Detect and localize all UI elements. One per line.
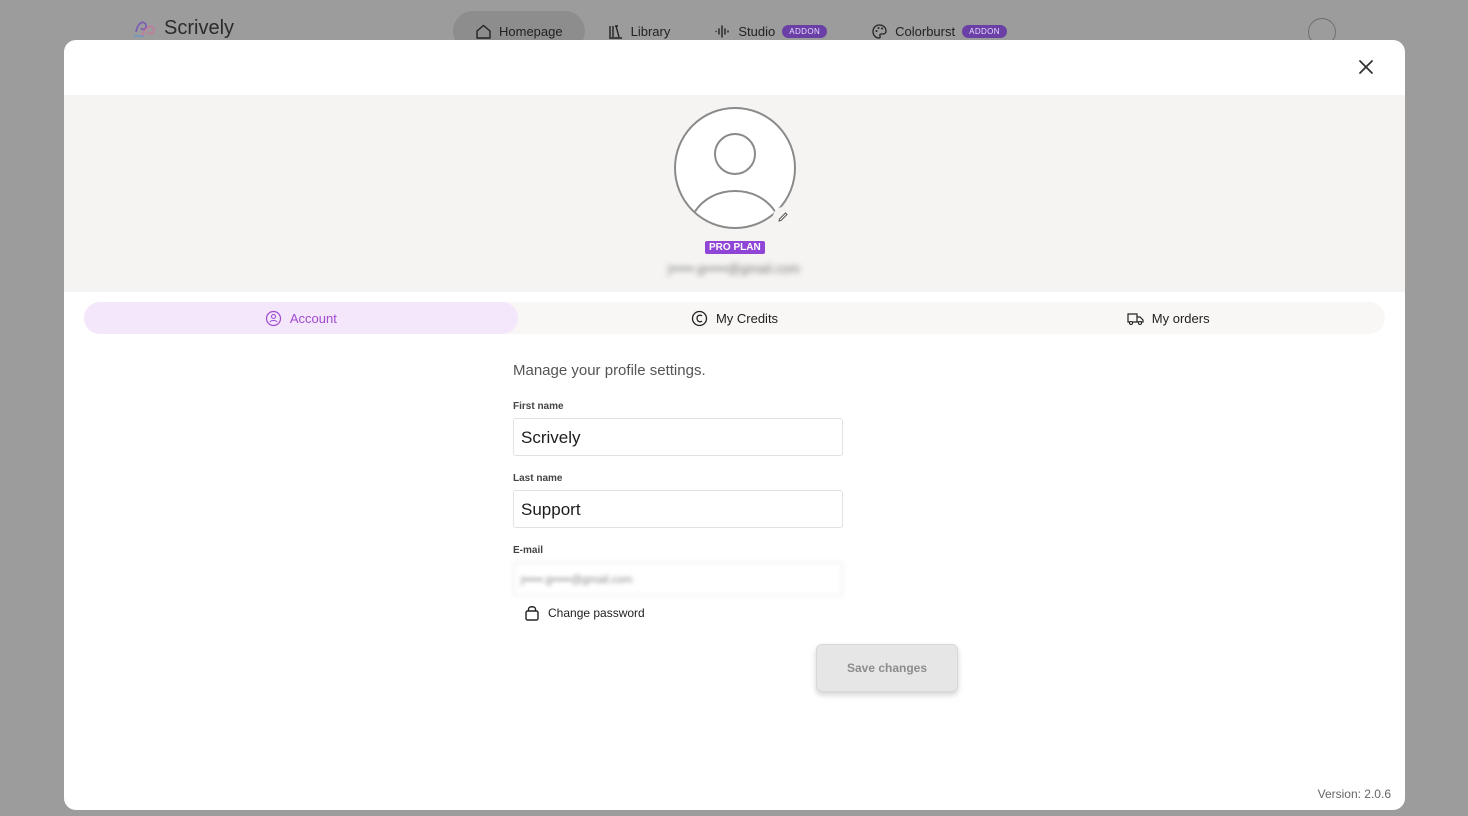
email-field[interactable]: j•••••.g•••••@gmail.com xyxy=(513,562,843,596)
palette-icon xyxy=(872,23,887,39)
account-icon xyxy=(265,310,281,326)
colorburst-addon-badge: ADDON xyxy=(962,24,1007,38)
tab-account-label: Account xyxy=(289,310,337,326)
tab-my-credits[interactable]: My Credits xyxy=(518,302,952,334)
plan-badge: PRO PLAN xyxy=(705,241,765,254)
nav-library-label: Library xyxy=(630,23,671,39)
nav-colorburst-label: Colorburst xyxy=(895,23,956,39)
profile-tabs: Account My Credits My orders xyxy=(84,302,1385,334)
profile-modal: PRO PLAN j•••••.g•••••@gmail.com Account… xyxy=(64,40,1405,810)
change-password-label: Change password xyxy=(548,605,645,620)
profile-email: j•••••.g•••••@gmail.com xyxy=(668,261,800,276)
app-logo[interactable]: Scrively xyxy=(132,16,234,40)
studio-addon-badge: ADDON xyxy=(782,24,828,38)
first-name-label: First name xyxy=(513,401,564,412)
close-icon[interactable] xyxy=(1355,56,1377,78)
change-password-link[interactable]: Change password xyxy=(524,604,845,621)
nav-studio-label: Studio xyxy=(738,23,776,39)
home-icon xyxy=(476,24,491,39)
save-changes-button[interactable]: Save changes xyxy=(816,644,958,692)
audio-wave-icon xyxy=(715,24,730,38)
tab-my-orders-label: My orders xyxy=(1151,310,1210,326)
scrively-logo-icon xyxy=(133,21,155,38)
tab-account[interactable]: Account xyxy=(84,302,518,334)
lock-icon xyxy=(525,606,539,621)
profile-header: PRO PLAN j•••••.g•••••@gmail.com xyxy=(64,95,1405,292)
app-header: Scrively Homepage Library Studio ADDON C… xyxy=(0,0,1468,51)
version-label: Version: 2.0.6 xyxy=(1317,787,1391,801)
email-label: E-mail xyxy=(513,545,544,556)
truck-icon xyxy=(1127,312,1144,325)
pencil-icon xyxy=(778,212,788,222)
account-form: Manage your profile settings. First name… xyxy=(513,362,845,621)
tab-my-orders[interactable]: My orders xyxy=(951,302,1385,334)
logo-text: Scrively xyxy=(164,16,235,39)
library-icon xyxy=(608,24,622,39)
nav-homepage-label: Homepage xyxy=(499,23,563,39)
edit-avatar-button[interactable] xyxy=(773,207,793,227)
last-name-label: Last name xyxy=(513,473,563,484)
form-intro: Manage your profile settings. xyxy=(513,362,706,379)
last-name-field[interactable]: Support xyxy=(513,490,843,528)
first-name-field[interactable]: Scrively xyxy=(513,418,843,456)
tab-my-credits-label: My Credits xyxy=(715,310,779,326)
credits-icon xyxy=(691,310,708,326)
